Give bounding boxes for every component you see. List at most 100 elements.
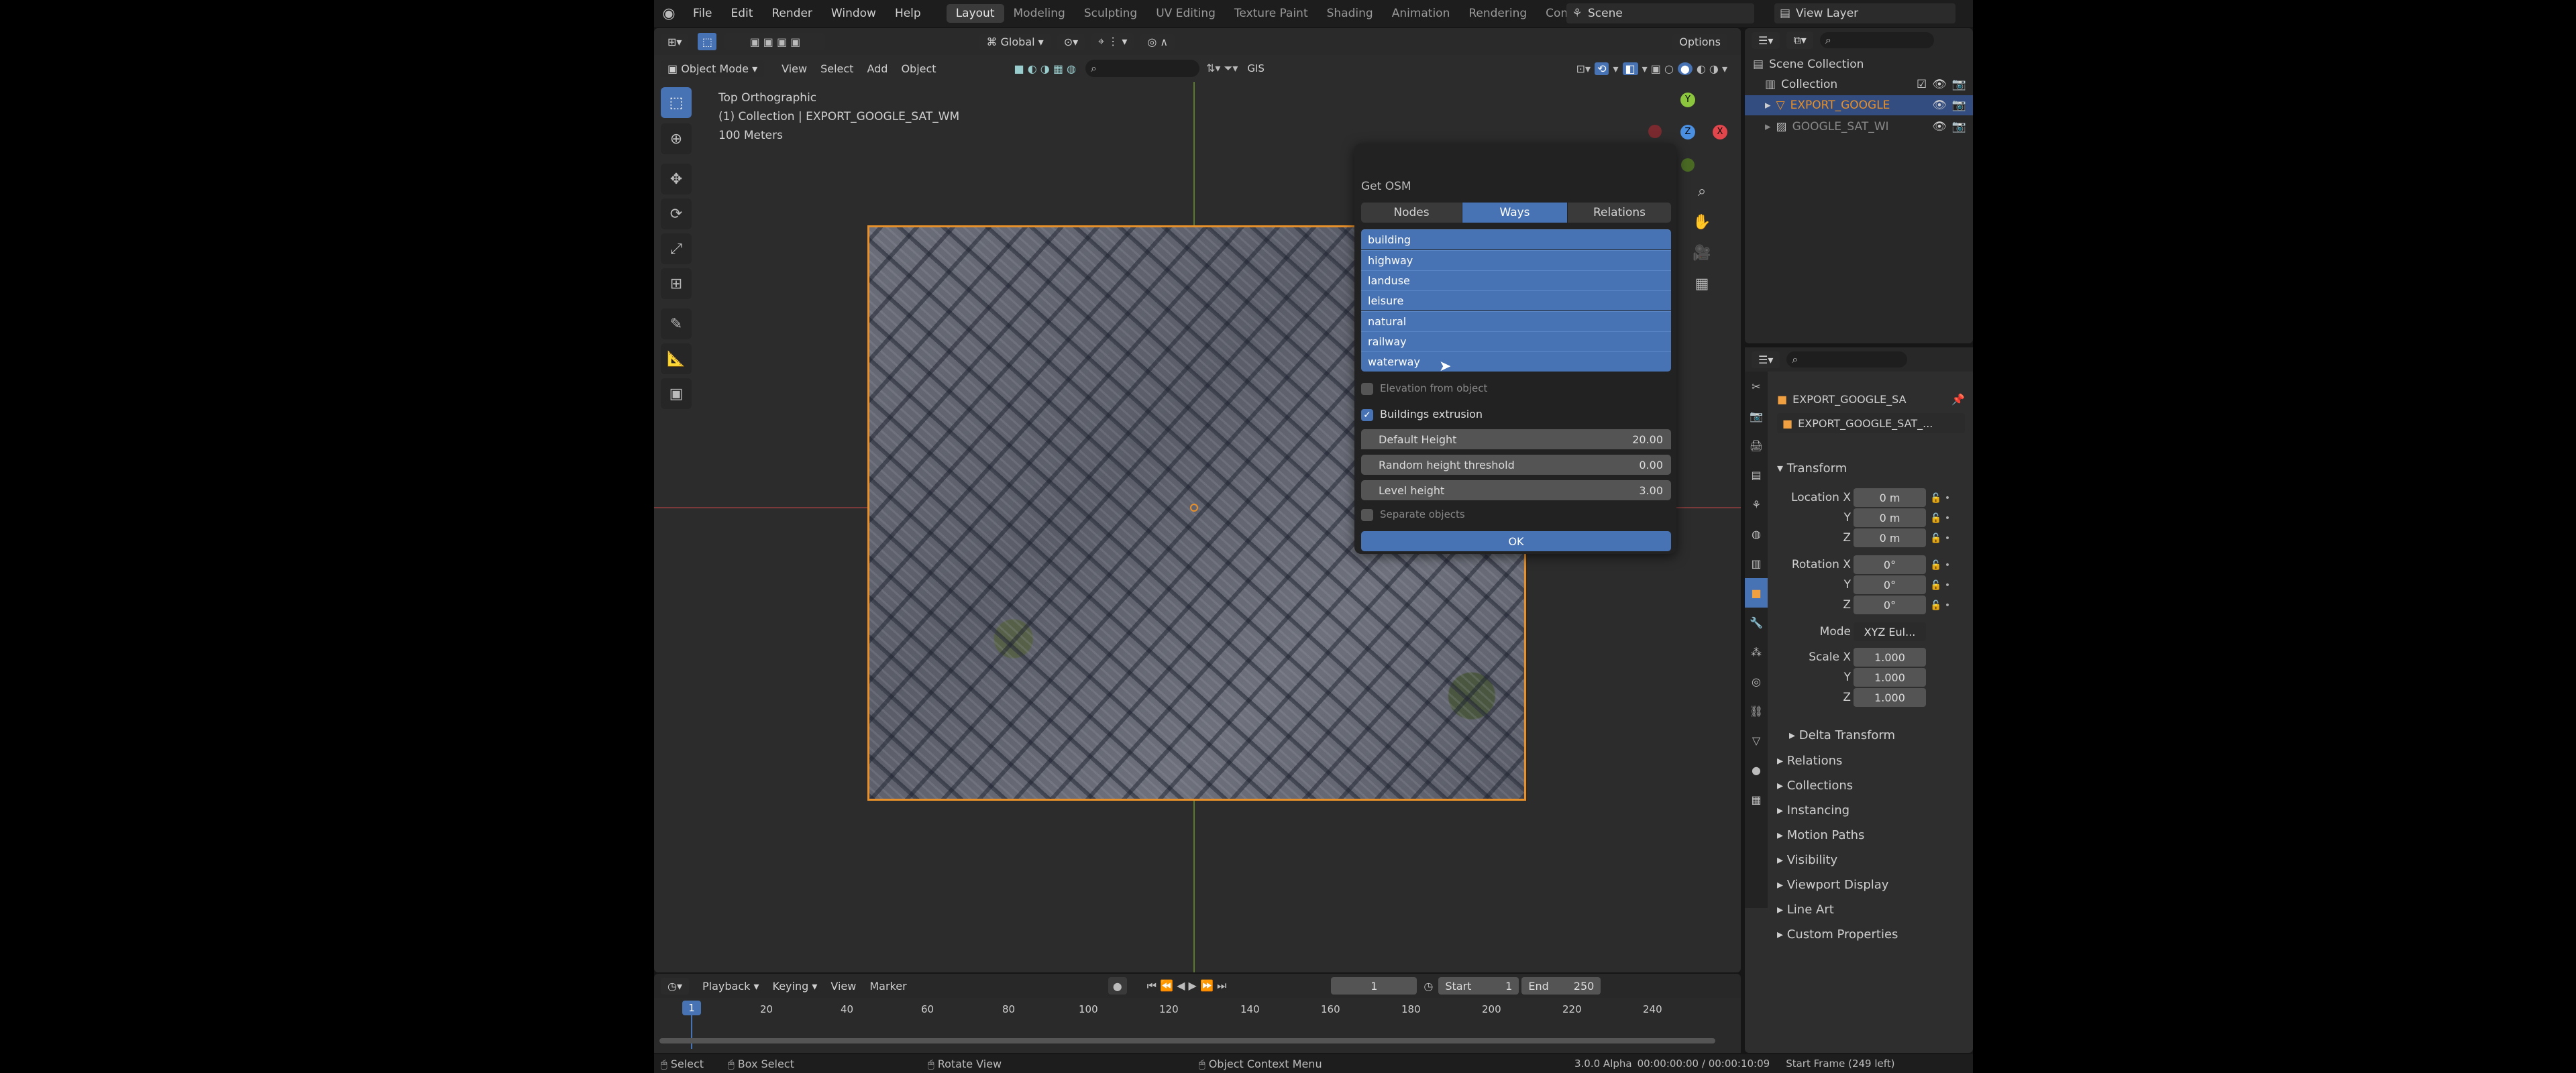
rotation-y-field[interactable]: 0° — [1854, 575, 1926, 594]
location-y-field[interactable]: 0 m — [1854, 508, 1926, 527]
render-icon[interactable]: 📷 — [1952, 120, 1966, 133]
measure-tool-icon[interactable]: 📐 — [661, 343, 692, 374]
motion-paths-panel[interactable]: ▸ Motion Paths — [1777, 828, 1864, 842]
lock-icon[interactable]: 🔓 • — [1930, 596, 1964, 616]
transform-panel-header[interactable]: ▾ Transform — [1777, 461, 1847, 475]
particles-tab-icon[interactable]: ⁂ — [1745, 637, 1768, 667]
workspace-tab-shading[interactable]: Shading — [1318, 4, 1383, 23]
viewport-shading-icons[interactable]: ⊡▾ ⟲ ▾ ◧ ▾ ▣ ○ ● ◐ ◑ ▾ — [1576, 60, 1727, 77]
collection-render-icon[interactable]: 📷 — [1952, 78, 1966, 91]
viewport-display-panel[interactable]: ▸ Viewport Display — [1777, 878, 1888, 892]
mode-set-icon[interactable]: ▣ ▣ ▣ ▣ — [724, 33, 826, 50]
scale-z-field[interactable]: 1.000 — [1854, 688, 1926, 707]
select-menu[interactable]: Select — [814, 60, 860, 77]
properties-search-icon[interactable]: ⌕ — [1786, 351, 1908, 368]
workspace-tab-texture-paint[interactable]: Texture Paint — [1225, 4, 1318, 23]
menu-edit[interactable]: Edit — [721, 7, 762, 20]
buildings-extrusion-checkbox[interactable]: ✓ Buildings extrusion — [1361, 408, 1483, 421]
view-layer-tab-icon[interactable]: ▤ — [1745, 460, 1768, 490]
object-mode-dropdown[interactable]: ▣ Object Mode ▾ — [661, 60, 765, 77]
way-item-railway[interactable]: railway — [1361, 331, 1671, 351]
view-menu[interactable]: View — [775, 60, 814, 77]
workspace-tab-sculpting[interactable]: Sculpting — [1075, 4, 1146, 23]
lock-icon[interactable]: 🔓 • — [1930, 555, 1964, 575]
way-item-waterway[interactable]: waterway — [1361, 351, 1671, 372]
outliner-editor-type-icon[interactable]: ☰▾ — [1752, 32, 1780, 49]
collection-check-icon[interactable]: ☑ — [1917, 78, 1927, 91]
end-frame-field[interactable]: End 250 — [1521, 977, 1601, 995]
way-item-building[interactable]: building — [1361, 229, 1671, 249]
expand-arrow-icon[interactable]: ▸ — [1765, 99, 1771, 112]
way-item-leisure[interactable]: leisure — [1361, 290, 1671, 310]
properties-editor-type-icon[interactable]: ☰▾ — [1752, 351, 1780, 368]
scene-collection-row[interactable]: ▤ Scene Collection — [1753, 55, 1864, 74]
scene-tab-icon[interactable]: ⚘ — [1745, 490, 1768, 519]
visibility-icon[interactable]: 👁 — [1932, 120, 1947, 133]
playback-menu[interactable]: Playback ▾ — [702, 980, 759, 993]
keying-menu[interactable]: Keying ▾ — [773, 980, 818, 993]
start-frame-field[interactable]: Start 1 — [1438, 977, 1519, 995]
snap-icon[interactable]: ⌖ ⋮ ▾ — [1091, 33, 1134, 50]
grid-icon[interactable]: ▦ — [1688, 268, 1715, 299]
menu-file[interactable]: File — [684, 7, 721, 20]
frame-ruler[interactable]: 1 20 40 60 80 100 120 140 160 180 200 22… — [654, 998, 1741, 1053]
view-layer-selector[interactable]: ▤ View Layer — [1774, 3, 1955, 23]
gizmo-z-icon[interactable]: Z — [1680, 125, 1695, 139]
workspace-tab-modeling[interactable]: Modeling — [1004, 4, 1075, 23]
record-icon[interactable]: ● — [1108, 977, 1127, 995]
select-tool-icon[interactable]: ⬚ — [661, 87, 692, 118]
timeline-scrollbar[interactable] — [659, 1038, 1715, 1043]
ok-button[interactable]: OK — [1361, 531, 1671, 551]
tool-tab-icon[interactable]: ✂ — [1745, 372, 1768, 401]
annotate-tool-icon[interactable]: ✎ — [661, 308, 692, 339]
pin-icon[interactable]: 📌 — [1951, 393, 1965, 406]
tab-nodes[interactable]: Nodes — [1361, 203, 1462, 223]
move-tool-icon[interactable]: ✥ — [661, 164, 692, 194]
zoom-icon[interactable]: ⌕ — [1688, 176, 1715, 207]
editor-type-icon[interactable]: ⊞▾ — [661, 33, 689, 50]
visibility-icon[interactable]: 👁 — [1932, 99, 1947, 112]
gizmo-x-icon[interactable]: X — [1713, 125, 1727, 139]
location-x-field[interactable]: 0 m — [1854, 488, 1926, 507]
render-icon[interactable]: 📷 — [1952, 99, 1966, 112]
proportional-edit-icon[interactable]: ◎ ∧ — [1140, 33, 1175, 50]
texture-tab-icon[interactable]: ▦ — [1745, 785, 1768, 814]
viewport-search-icon[interactable]: ⌕ — [1085, 60, 1200, 77]
way-item-landuse[interactable]: landuse — [1361, 270, 1671, 290]
scale-tool-icon[interactable]: ⤢ — [661, 233, 692, 264]
workspace-tab-animation[interactable]: Animation — [1383, 4, 1460, 23]
display-mode-icon[interactable]: ⧉▾ — [1786, 32, 1813, 49]
preview-range-icon[interactable]: ◷ — [1424, 980, 1433, 993]
line-art-panel[interactable]: ▸ Line Art — [1777, 903, 1834, 917]
gizmo-neg-x-icon[interactable] — [1648, 125, 1662, 138]
current-frame-field[interactable]: 1 — [1331, 977, 1417, 995]
transform-orientation-dropdown[interactable]: ⌘ Global ▾ — [979, 33, 1051, 50]
random-height-field[interactable]: Random height threshold 0.00 — [1361, 455, 1671, 475]
rotation-x-field[interactable]: 0° — [1854, 555, 1926, 574]
rotate-tool-icon[interactable]: ⟳ — [661, 199, 692, 229]
add-cube-tool-icon[interactable]: ▣ — [661, 378, 692, 409]
material-tab-icon[interactable]: ● — [1745, 755, 1768, 785]
outliner-search-icon[interactable]: ⌕ — [1819, 32, 1934, 48]
add-menu[interactable]: Add — [860, 60, 894, 77]
blender-logo-icon[interactable]: ◉ — [654, 5, 684, 22]
gis-menu[interactable]: GIS — [1247, 62, 1265, 74]
lock-icon[interactable]: 🔓 • — [1930, 508, 1964, 528]
instancing-panel[interactable]: ▸ Instancing — [1777, 803, 1849, 817]
default-height-field[interactable]: Default Height 20.00 — [1361, 429, 1671, 449]
scale-y-field[interactable]: 1.000 — [1854, 668, 1926, 687]
collection-tab-icon[interactable]: ▥ — [1745, 549, 1768, 578]
render-tab-icon[interactable]: 📷 — [1745, 401, 1768, 431]
timeline-editor-icon[interactable]: ◷▾ — [661, 977, 689, 995]
pivot-icon[interactable]: ⊙▾ — [1057, 33, 1085, 50]
collection-visibility-icon[interactable]: 👁 — [1932, 78, 1947, 91]
menu-window[interactable]: Window — [822, 7, 885, 20]
playback-controls-icons[interactable]: ⏮ ⏪ ◀ ▶ ⏩ ⏭ — [1147, 979, 1227, 993]
pan-hand-icon[interactable]: ✋ — [1688, 207, 1715, 237]
way-item-natural[interactable]: natural — [1361, 311, 1671, 331]
scene-selector[interactable]: ⚘ Scene — [1566, 3, 1754, 23]
transform-tool-icon[interactable]: ⊞ — [661, 268, 692, 299]
constraints-tab-icon[interactable]: ⛓ — [1745, 696, 1768, 726]
menu-render[interactable]: Render — [762, 7, 822, 20]
lock-icon[interactable]: 🔓 • — [1930, 528, 1964, 549]
